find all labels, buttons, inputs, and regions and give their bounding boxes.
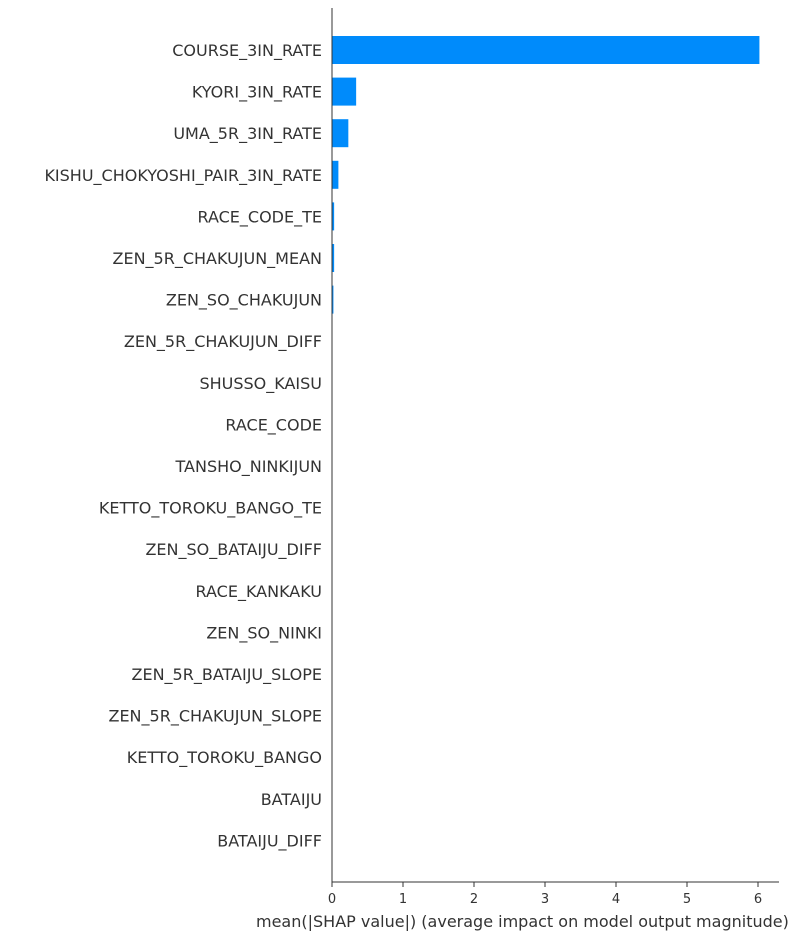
feature-label: RACE_CODE (225, 415, 322, 435)
x-tick-label: 0 (328, 892, 336, 907)
feature-label: ZEN_SO_CHAKUJUN (166, 291, 322, 311)
feature-label: KYORI_3IN_RATE (192, 83, 322, 103)
feature-labels-group: COURSE_3IN_RATE KYORI_3IN_RATE UMA_5R_3IN_… (44, 41, 322, 851)
feature-label: COURSE_3IN_RATE (172, 41, 322, 61)
shap-bar-chart: COURSE_3IN_RATE KYORI_3IN_RATE UMA_5R_3IN_… (44, 8, 789, 931)
feature-label: SHUSSO_KAISU (199, 374, 322, 394)
bar (332, 77, 357, 106)
feature-label: ZEN_SO_NINKI (206, 623, 322, 643)
bar (332, 36, 760, 64)
x-tick-label: 2 (470, 892, 478, 907)
feature-label: BATAIJU_DIFF (217, 831, 322, 851)
feature-label: KETTO_TOROKU_BANGO (127, 748, 322, 768)
bar (332, 160, 339, 189)
feature-label: KETTO_TOROKU_BANGO_TE (99, 499, 322, 519)
feature-label: ZEN_5R_CHAKUJUN_DIFF (124, 332, 322, 352)
feature-label: ZEN_5R_BATAIJU_SLOPE (132, 665, 323, 685)
feature-label: BATAIJU (261, 790, 322, 809)
x-tick-label: 6 (754, 892, 762, 907)
feature-label: KISHU_CHOKYOSHI_PAIR_3IN_RATE (44, 166, 322, 186)
feature-label: ZEN_5R_CHAKUJUN_SLOPE (108, 707, 322, 727)
bar (332, 119, 349, 148)
x-tick-label: 1 (399, 892, 407, 907)
x-ticks-group: 0 1 2 3 4 5 6 (328, 882, 762, 907)
feature-label: TANSHO_NINKIJUN (175, 457, 323, 477)
feature-label: ZEN_SO_BATAIJU_DIFF (145, 540, 322, 560)
x-axis-label: mean(|SHAP value|) (average impact on mo… (256, 912, 789, 931)
bars-group (332, 36, 760, 813)
x-tick-label: 3 (541, 892, 549, 907)
x-tick-label: 4 (612, 892, 620, 907)
x-tick-label: 5 (683, 892, 691, 907)
feature-label: UMA_5R_3IN_RATE (173, 124, 322, 144)
feature-label: ZEN_5R_CHAKUJUN_MEAN (113, 249, 322, 269)
feature-label: RACE_KANKAKU (196, 582, 322, 602)
feature-label: RACE_CODE_TE (198, 207, 323, 227)
